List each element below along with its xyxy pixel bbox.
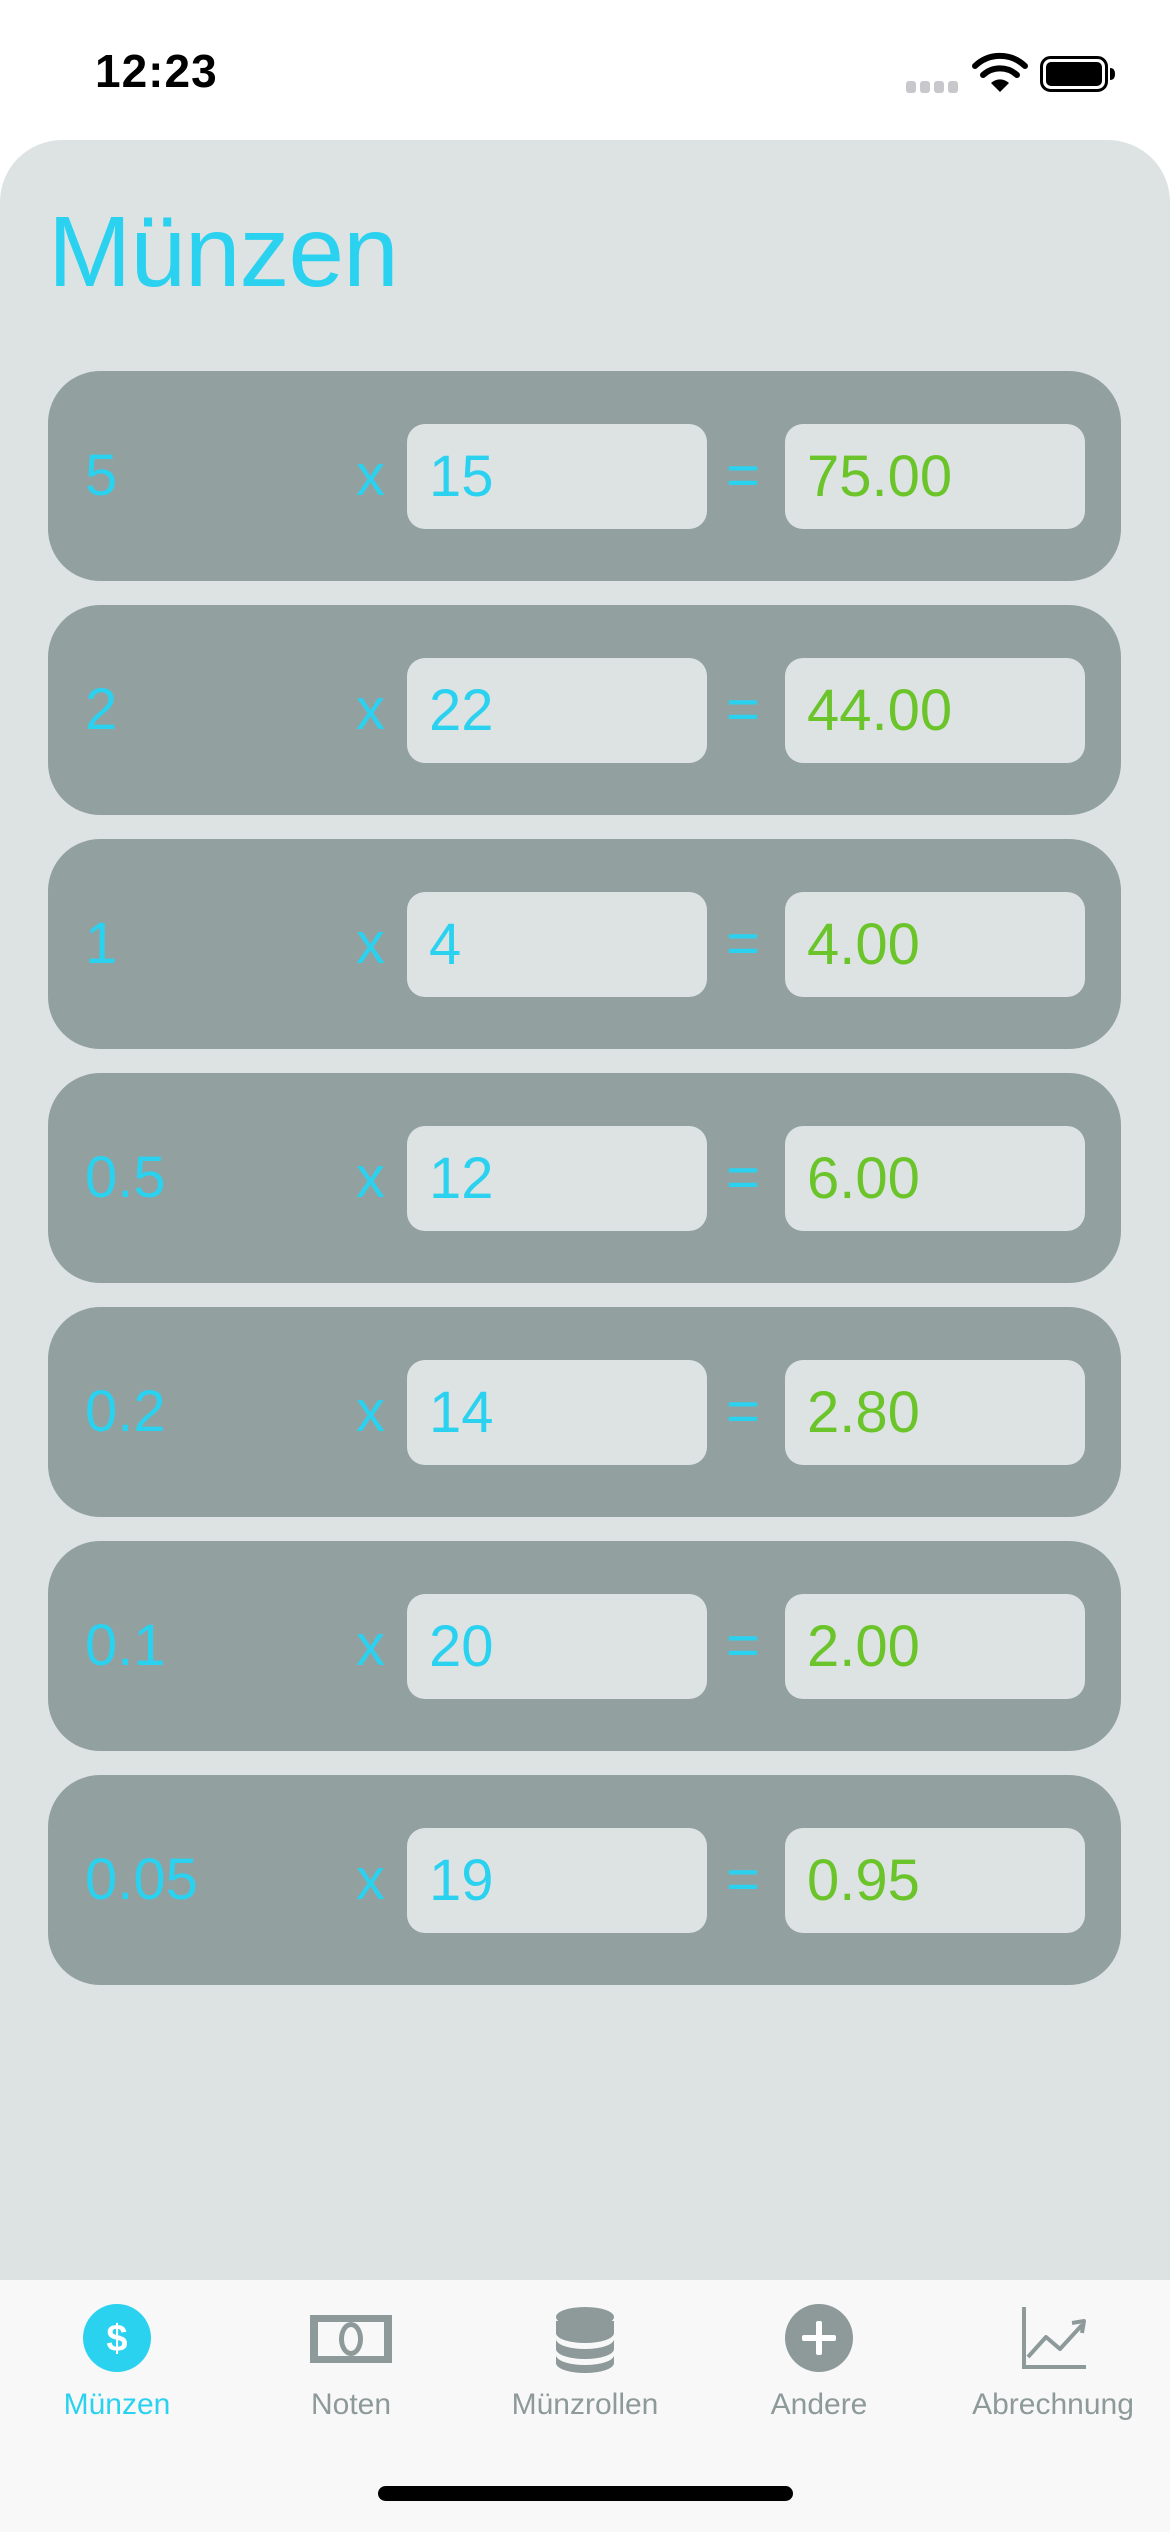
total-field: 2.80: [785, 1360, 1085, 1465]
count-value: 20: [429, 1614, 494, 1679]
multiply-sign: x: [356, 1379, 385, 1444]
multiply-sign: x: [356, 1145, 385, 1210]
count-input[interactable]: 22: [407, 658, 707, 763]
multiply-sign: x: [356, 443, 385, 508]
banknote-icon: [310, 2315, 392, 2363]
total-value: 2.00: [807, 1614, 920, 1679]
denomination-label: 0.05: [85, 1847, 198, 1912]
multiply-sign: x: [356, 677, 385, 742]
multiply-sign: x: [356, 1613, 385, 1678]
tab-label: Münzen: [63, 2388, 171, 2421]
total-field: 0.95: [785, 1828, 1085, 1933]
status-bar: 12:23: [0, 0, 1170, 140]
total-value: 44.00: [807, 678, 953, 743]
total-field: 75.00: [785, 424, 1085, 529]
tab-label: Noten: [310, 2388, 392, 2421]
page-title: Münzen: [48, 196, 399, 308]
equals-sign: =: [726, 1613, 760, 1678]
denomination-label: 5: [85, 443, 118, 508]
count-value: 15: [429, 444, 494, 509]
total-field: 44.00: [785, 658, 1085, 763]
chart-line-icon: [1022, 2307, 1086, 2369]
coin-row: 0.05 x 19 = 0.95: [48, 1775, 1121, 1985]
multiply-sign: x: [356, 911, 385, 976]
count-value: 22: [429, 678, 494, 743]
denomination-label: 0.1: [85, 1613, 166, 1678]
tab-noten[interactable]: Noten: [234, 2280, 468, 2460]
total-field: 2.00: [785, 1594, 1085, 1699]
status-time: 12:23: [95, 45, 218, 97]
total-value: 6.00: [807, 1146, 920, 1211]
multiply-sign: x: [356, 1847, 385, 1912]
equals-sign: =: [726, 911, 760, 976]
tab-abrechnung[interactable]: Abrechnung: [936, 2280, 1170, 2460]
count-input[interactable]: 15: [407, 424, 707, 529]
equals-sign: =: [726, 1145, 760, 1210]
count-input[interactable]: 19: [407, 1828, 707, 1933]
coin-stack-icon: [556, 2307, 614, 2373]
count-value: 14: [429, 1380, 494, 1445]
equals-sign: =: [726, 443, 760, 508]
total-field: 6.00: [785, 1126, 1085, 1231]
count-input[interactable]: 4: [407, 892, 707, 997]
equals-sign: =: [726, 1847, 760, 1912]
total-field: 4.00: [785, 892, 1085, 997]
tab-label: Andere: [770, 2388, 868, 2421]
count-value: 19: [429, 1848, 494, 1913]
count-input[interactable]: 20: [407, 1594, 707, 1699]
tab-muenzen[interactable]: $ Münzen: [0, 2280, 234, 2460]
total-value: 4.00: [807, 912, 920, 977]
coin-row: 1 x 4 = 4.00: [48, 839, 1121, 1049]
count-value: 12: [429, 1146, 494, 1211]
tab-label: Abrechnung: [972, 2388, 1134, 2421]
coin-row: 0.5 x 12 = 6.00: [48, 1073, 1121, 1283]
battery-icon: [1040, 56, 1115, 92]
equals-sign: =: [726, 1379, 760, 1444]
dollar-circle-icon: $: [83, 2304, 151, 2372]
count-value: 4: [429, 912, 462, 977]
coin-row: 0.1 x 20 = 2.00: [48, 1541, 1121, 1751]
coin-row: 5 x 15 = 75.00: [48, 371, 1121, 581]
denomination-label: 1: [85, 911, 118, 976]
cellular-signal-icon: [906, 81, 958, 93]
plus-circle-icon: [785, 2304, 853, 2372]
tab-andere[interactable]: Andere: [702, 2280, 936, 2460]
tab-label: Münzrollen: [511, 2388, 659, 2421]
wifi-icon: [972, 52, 1028, 92]
home-indicator: [378, 2486, 793, 2501]
count-input[interactable]: 12: [407, 1126, 707, 1231]
denomination-label: 0.2: [85, 1379, 166, 1444]
total-value: 2.80: [807, 1380, 920, 1445]
equals-sign: =: [726, 677, 760, 742]
count-input[interactable]: 14: [407, 1360, 707, 1465]
coin-row: 0.2 x 14 = 2.80: [48, 1307, 1121, 1517]
denomination-label: 2: [85, 677, 118, 742]
svg-text:$: $: [106, 2318, 127, 2360]
total-value: 0.95: [807, 1848, 920, 1913]
tab-muenzrollen[interactable]: Münzrollen: [468, 2280, 702, 2460]
denomination-label: 0.5: [85, 1145, 166, 1210]
coin-row: 2 x 22 = 44.00: [48, 605, 1121, 815]
total-value: 75.00: [807, 444, 953, 509]
